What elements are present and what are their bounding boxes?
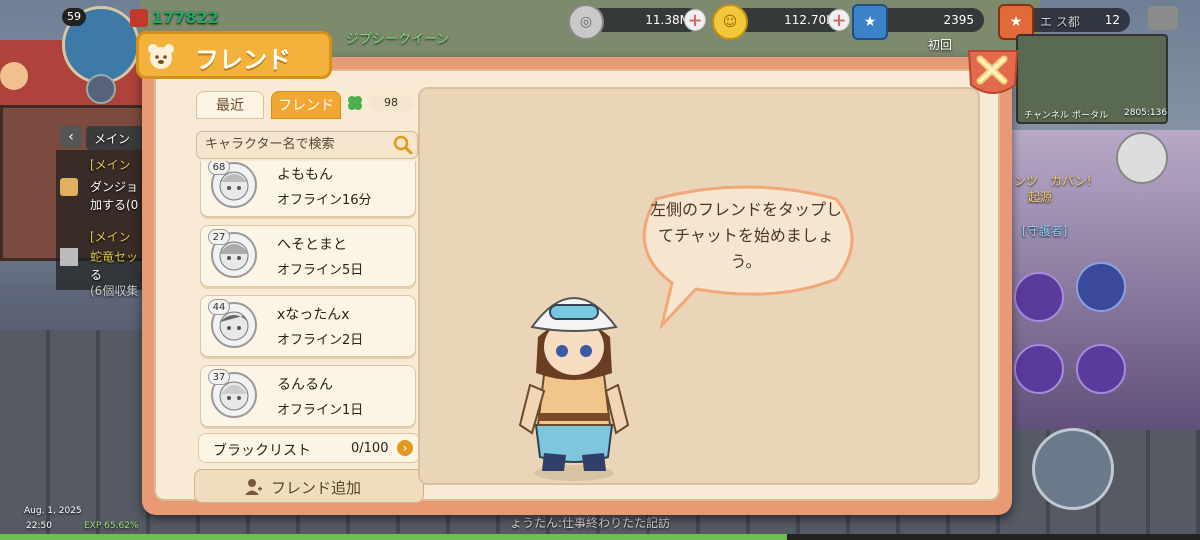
time-label: 22:50 xyxy=(26,521,52,531)
friend-level: 37 xyxy=(208,369,230,385)
exp-bar xyxy=(0,534,1200,540)
bear-icon xyxy=(145,40,177,72)
clover-icon xyxy=(346,94,364,112)
search-placeholder: キャラクター名で検索 xyxy=(205,137,335,152)
quest2-tag: [メイン xyxy=(90,230,131,244)
channel-label: チャンネル xyxy=(1024,111,1069,121)
right-text2: 起源 xyxy=(1028,190,1053,204)
search-icon[interactable] xyxy=(393,135,413,155)
first-label: 初回 xyxy=(928,38,953,52)
quest-list[interactable]: [メイン ダンジョ 加する(0 [メイン 蛇竜セッ る (6個収集 xyxy=(56,150,146,298)
friend-name: るんるん xyxy=(277,377,333,393)
add-silver-button[interactable]: + xyxy=(684,9,706,31)
guardian-tag: [守護者] xyxy=(1022,224,1068,238)
auto-skill-button[interactable] xyxy=(1116,132,1168,184)
guild-name: ジプシークイーン xyxy=(346,32,450,47)
friend-level: 44 xyxy=(208,299,230,315)
star-ticket-icon: ★ xyxy=(852,4,888,40)
chevron-left-icon[interactable]: ‹ xyxy=(60,126,82,148)
quest1-tag: [メイン xyxy=(90,158,131,172)
tab-friends[interactable]: フレンド xyxy=(271,91,341,119)
friend-count: 98 xyxy=(368,95,414,111)
dialog-title: フレンド xyxy=(195,46,291,74)
add-friend-button[interactable]: フレンド追加 xyxy=(194,469,424,503)
region-name: エ ス都 xyxy=(1040,15,1080,29)
quest-tab[interactable]: メイン xyxy=(86,126,146,150)
close-button[interactable] xyxy=(963,47,1021,97)
friend-level: 68 xyxy=(208,161,230,175)
quest2-line3: (6個収集 xyxy=(90,284,139,298)
menu-icon[interactable] xyxy=(1148,6,1178,30)
search-input[interactable]: キャラクター名で検索 xyxy=(196,131,418,159)
friend-status: オフライン5日 xyxy=(277,263,364,278)
friend-card[interactable]: 68 よももん オフライン16分 xyxy=(200,161,416,217)
exp-label: EXP 65.62% xyxy=(84,521,139,531)
friend-status: オフライン16分 xyxy=(277,193,372,208)
dialog-body: 最近 フレンド 98 キャラクター名で検索 68 よももん オフライン16分 2… xyxy=(154,69,1000,503)
quest2-line1: 蛇竜セッ xyxy=(90,250,139,264)
attack-button[interactable] xyxy=(1032,428,1114,510)
friend-status: オフライン2日 xyxy=(277,333,364,348)
friend-name: よももん xyxy=(277,167,333,183)
friend-list[interactable]: 68 よももん オフライン16分 27 へそとまと オフライン5日 44 xなっ… xyxy=(176,161,416,429)
skill-button-2[interactable] xyxy=(1076,262,1126,312)
quest1-line1: ダンジョ xyxy=(90,180,139,194)
minimap[interactable]: チャンネル ポータル 2805:136 xyxy=(1016,34,1168,124)
chibi-character xyxy=(518,297,630,481)
tab-recent[interactable]: 最近 xyxy=(196,91,264,119)
friend-dialog: 最近 フレンド 98 キャラクター名で検索 68 よももん オフライン16分 2… xyxy=(136,31,1019,515)
chat-panel: 左側のフレンドをタップしてチャットを始めましょう。 xyxy=(418,87,980,485)
friend-status: オフライン1日 xyxy=(277,403,364,418)
quest1-line2: 加する(0 xyxy=(90,198,139,212)
skill-button-4[interactable] xyxy=(1076,344,1126,394)
blacklist-count: 0/100 xyxy=(351,441,389,456)
flag-icon xyxy=(60,248,78,266)
friend-card[interactable]: 44 xなったんx オフライン2日 xyxy=(200,295,416,357)
friend-name: xなったんx xyxy=(277,307,350,323)
date-label: Aug. 1, 2025 xyxy=(24,506,82,516)
right-text1: ンツ カバン! xyxy=(1014,174,1092,188)
quest-tab-label: メイン xyxy=(94,132,131,146)
chat-line[interactable]: ょうたん:仕事終わりたた記訪 xyxy=(510,514,670,531)
paw-menu-icon[interactable] xyxy=(0,62,28,90)
blacklist-label: ブラックリスト xyxy=(213,443,311,459)
buff-icon[interactable] xyxy=(86,74,116,104)
friend-list-panel: 最近 フレンド 98 キャラクター名で検索 68 よももん オフライン16分 2… xyxy=(176,81,424,503)
close-icon xyxy=(967,50,1019,94)
hint-text: 左側のフレンドをタップしてチャットを始めましょう。 xyxy=(649,200,842,271)
title-tab: フレンド xyxy=(136,31,332,79)
friend-name: へそとまと xyxy=(277,237,347,253)
friend-card[interactable]: 37 るんるん オフライン1日 xyxy=(200,365,416,427)
blacklist-button[interactable]: ブラックリスト 0/100 › xyxy=(198,433,420,463)
add-friend-label: フレンド追加 xyxy=(271,479,362,497)
skill-button-3[interactable] xyxy=(1014,344,1064,394)
silver-coin-icon: ◎ xyxy=(568,4,604,40)
clipboard-icon xyxy=(60,178,78,196)
friend-card[interactable]: 27 へそとまと オフライン5日 xyxy=(200,225,416,287)
gold-coin-icon: ☺ xyxy=(712,4,748,40)
quest2-line2: る xyxy=(90,268,103,282)
player-level: 59 xyxy=(62,8,86,26)
chevron-right-icon: › xyxy=(397,440,413,456)
skill-button-1[interactable] xyxy=(1014,272,1064,322)
friend-level: 27 xyxy=(208,229,230,245)
add-user-icon xyxy=(245,478,263,496)
power-value: 177822 xyxy=(152,8,219,27)
coords-label: 2805:136 xyxy=(1124,108,1168,118)
portal-label: ポータル xyxy=(1072,111,1109,121)
add-gold-button[interactable]: + xyxy=(828,9,850,31)
power-icon xyxy=(130,9,148,27)
